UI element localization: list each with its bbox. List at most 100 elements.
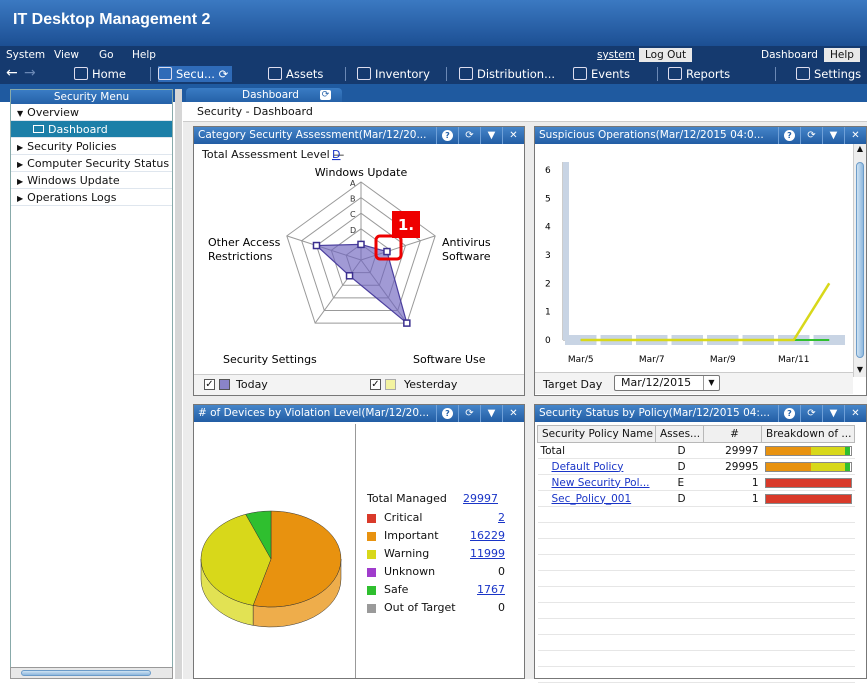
menu-system[interactable]: System [6,49,45,61]
scroll-thumb[interactable] [856,162,864,358]
legend-item: Unknown0 [367,565,513,581]
refresh-icon[interactable]: ⟳ [800,127,822,144]
axis-label-antivirus-2: Software [442,250,491,263]
menu-help[interactable]: Help [132,49,156,61]
inventory-tab[interactable]: Inventory [357,66,430,82]
filter-icon[interactable]: ▼ [822,127,844,144]
distribution-tab[interactable]: Distribution... [459,66,555,82]
table-row[interactable]: New Security Pol...E1 [538,475,855,491]
policy-panel-header: Security Status by Policy(Mar/12/2015 04… [535,405,866,422]
help-button[interactable]: Help [824,48,860,62]
sidebar-scrollbar[interactable] [10,667,173,679]
panel-splitter[interactable] [175,89,182,679]
refresh-icon[interactable]: ⟳ [219,67,229,81]
scroll-down-icon[interactable]: ▼ [854,365,866,377]
menu-view[interactable]: View [54,49,79,61]
close-icon[interactable]: ✕ [844,405,866,422]
target-day-select[interactable]: Mar/12/2015▼ [614,375,720,391]
legend-value[interactable]: 11999 [470,547,505,560]
chevron-down-icon[interactable]: ▼ [703,376,719,390]
filter-icon[interactable]: ▼ [480,405,502,422]
empty-row [538,539,855,555]
home-tab[interactable]: Home [74,66,126,82]
column-header-count[interactable]: # [704,426,762,443]
line-chart: 0123456Mar/5Mar/7Mar/9Mar/11 [535,144,853,372]
empty-row [538,603,855,619]
scroll-up-icon[interactable]: ▲ [854,144,866,156]
reports-tab[interactable]: Reports [668,66,730,82]
legend-label: Safe [384,583,408,596]
assessment-panel: Category Security Assessment(Mar/12/20..… [193,126,525,396]
sidebar-item-windows-update[interactable]: ▶Windows Update [11,172,172,189]
sidebar-item-operations-logs[interactable]: ▶Operations Logs [11,189,172,206]
table-row[interactable]: Default PolicyD29995 [538,459,855,475]
legend-value[interactable]: 1767 [477,583,505,596]
sidebar-item-overview[interactable]: ▼Overview [11,104,172,121]
forward-arrow-icon[interactable]: → [24,65,36,81]
close-icon[interactable]: ✕ [502,127,524,144]
sidebar-item-computer-security-status[interactable]: ▶Computer Security Status [11,155,172,172]
breakdown-segment [766,447,812,455]
dashboard-link[interactable]: Dashboard [761,49,818,61]
policy-name[interactable]: Sec_Policy_001 [538,491,656,507]
suspicious-panel-header: Suspicious Operations(Mar/12/2015 04:0..… [535,127,866,144]
empty-row [538,651,855,667]
scroll-thumb[interactable] [21,670,151,676]
assets-tab[interactable]: Assets [268,66,323,82]
legend-swatch [367,604,376,613]
shield-icon [158,67,172,80]
legend-swatch [367,532,376,541]
help-icon[interactable]: ? [784,130,795,141]
security-tab[interactable]: Secu... ⟳ [158,66,232,82]
total-assessment-value[interactable]: D [332,148,340,161]
tab-dashboard[interactable]: Dashboard⟳ [186,88,342,102]
policy-count: 1 [704,475,762,491]
menu-go[interactable]: Go [99,49,114,61]
inventory-icon [357,67,371,80]
policy-level: E [656,475,704,491]
policy-name[interactable]: Default Policy [538,459,656,475]
pie-area [196,424,356,678]
legend-value[interactable]: 2 [498,511,505,524]
column-header-breakdown[interactable]: Breakdown of ... [762,426,855,443]
logout-button[interactable]: Log Out [639,48,692,62]
help-icon[interactable]: ? [442,130,453,141]
vertical-scrollbar[interactable]: ▲ ▼ [853,144,866,377]
total-managed-value[interactable]: 29997 [463,492,498,505]
help-icon[interactable]: ? [442,408,453,419]
legend-label: Critical [384,511,422,524]
events-tab[interactable]: Events [573,66,630,82]
pie-chart [196,424,356,678]
yesterday-checkbox[interactable]: ✓ [370,379,381,390]
policy-name: Total [538,443,656,459]
refresh-icon[interactable]: ⟳ [458,405,480,422]
refresh-icon[interactable]: ⟳ [800,405,822,422]
refresh-icon[interactable]: ⟳ [458,127,480,144]
distribution-icon [459,67,473,80]
close-icon[interactable]: ✕ [844,127,866,144]
policy-level: D [656,459,704,475]
legend-swatch [367,550,376,559]
close-icon[interactable]: ✕ [502,405,524,422]
table-row[interactable]: Sec_Policy_001D1 [538,491,855,507]
radar-level-label: B [350,195,356,204]
x-tick-label: Mar/7 [639,355,665,365]
filter-icon[interactable]: ▼ [480,127,502,144]
dashboard-content: Security - Dashboard Category Security A… [183,102,867,679]
settings-tab[interactable]: Settings [796,66,861,82]
legend-value[interactable]: 16229 [470,529,505,542]
y-tick-label: 4 [545,223,551,233]
policy-name[interactable]: New Security Pol... [538,475,656,491]
sidebar-item-security-policies[interactable]: ▶Security Policies [11,138,172,155]
refresh-icon[interactable]: ⟳ [320,90,331,100]
table-row[interactable]: TotalD29997 [538,443,855,459]
column-header-assessment[interactable]: Asses... [656,426,704,443]
filter-icon[interactable]: ▼ [822,405,844,422]
back-arrow-icon[interactable]: ← [6,65,18,81]
sidebar-item-dashboard[interactable]: Dashboard [11,121,172,138]
user-name[interactable]: system [597,49,635,61]
help-icon[interactable]: ? [784,408,795,419]
column-header-policy-name[interactable]: Security Policy Name [538,426,656,443]
today-checkbox[interactable]: ✓ [204,379,215,390]
home-icon [74,67,88,80]
